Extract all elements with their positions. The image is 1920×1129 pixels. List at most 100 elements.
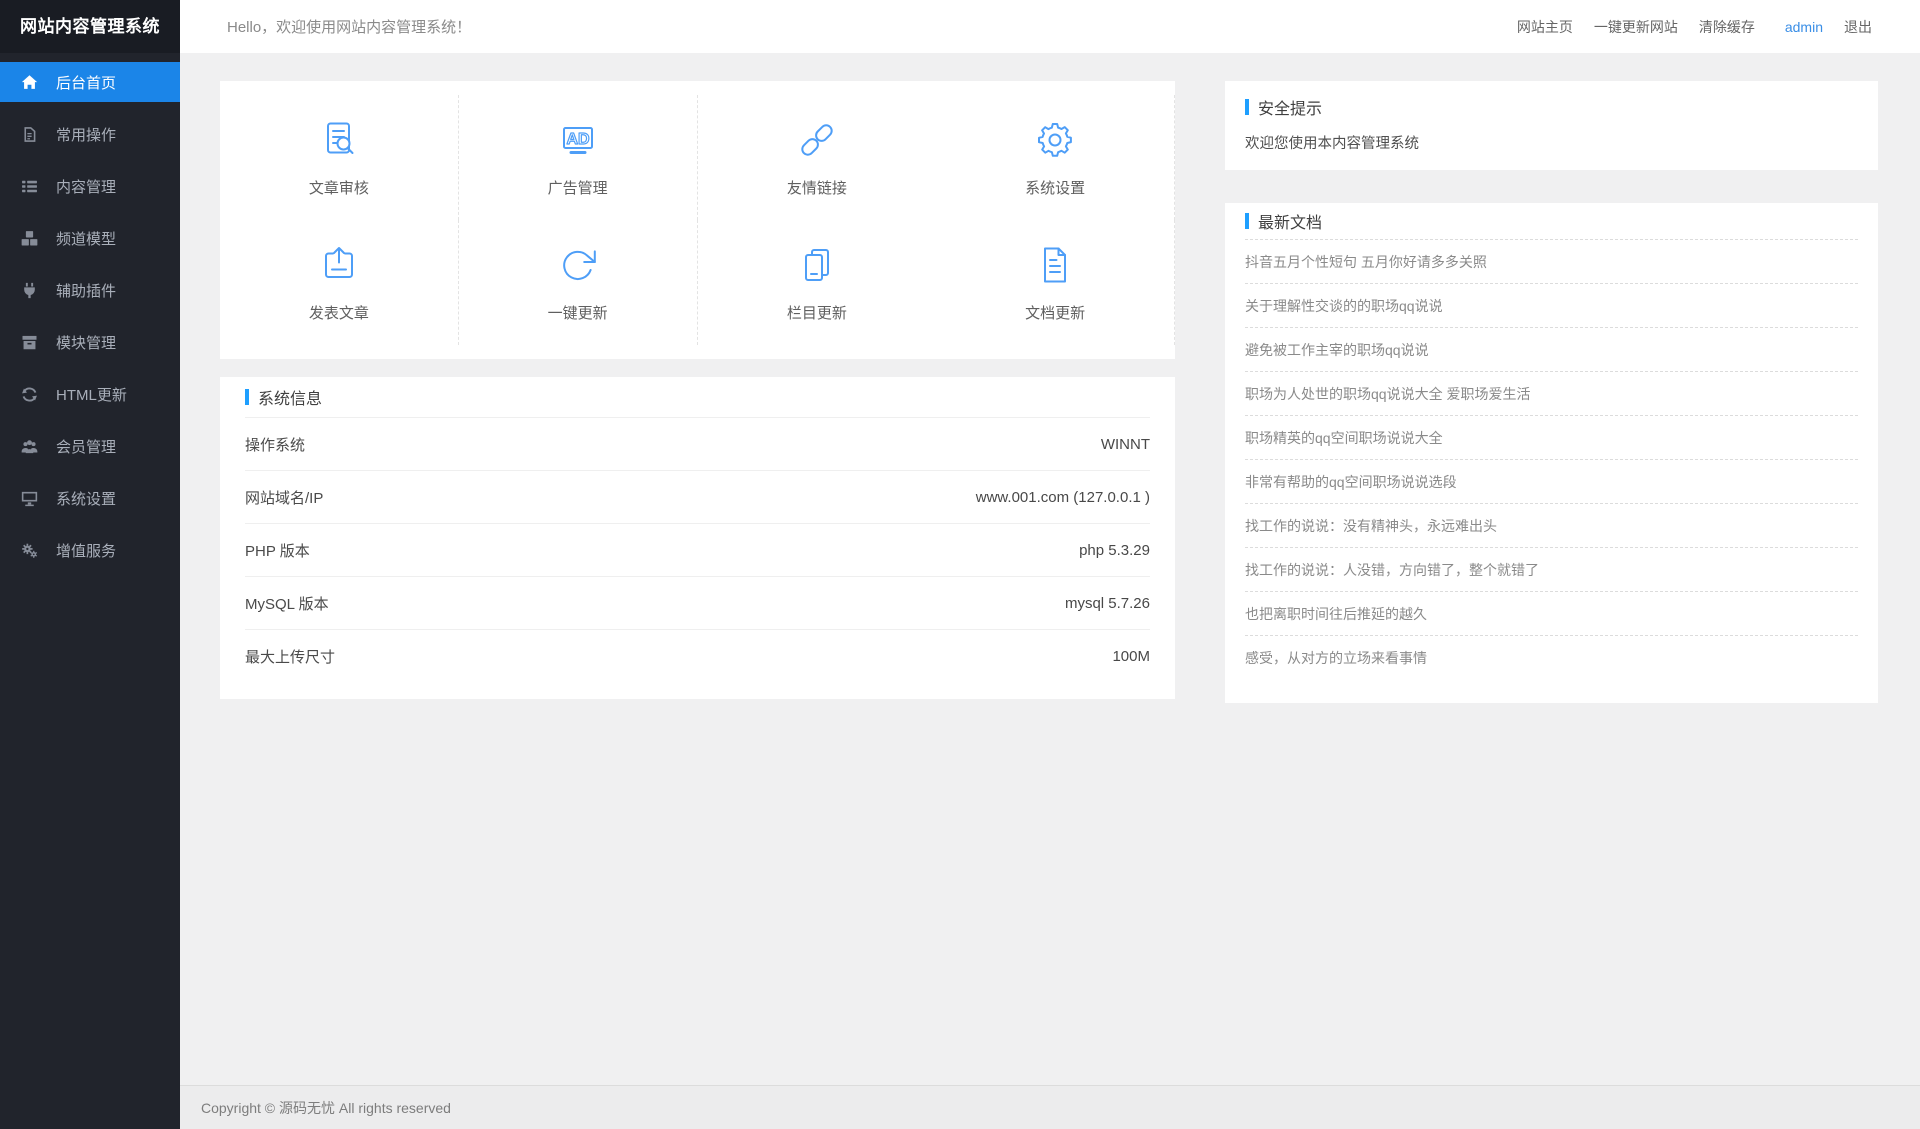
system-info-panel: 系统信息 操作系统 WINNT 网站域名/IP www.001.com (127…: [220, 377, 1175, 699]
sidebar-item-label: 频道模型: [56, 228, 116, 249]
sidebar-item-label: 模块管理: [56, 332, 116, 353]
list-item[interactable]: 感受，从对方的立场来看事情: [1245, 635, 1858, 679]
one-click-update-icon: [556, 243, 600, 287]
list-item[interactable]: 避免被工作主宰的职场qq说说: [1245, 327, 1858, 371]
cogs-icon: [21, 542, 38, 559]
shortcuts-panel: 文章审核 AD 广告管理 友情链接 系统设置 发表文章: [220, 81, 1175, 359]
list-item[interactable]: 职场精英的qq空间职场说说大全: [1245, 415, 1858, 459]
topbar-links: 网站主页 一键更新网站 清除缓存 admin 退出: [1517, 17, 1872, 37]
friend-link-icon: [795, 118, 839, 162]
panel-header: 安全提示: [1245, 95, 1858, 119]
latest-docs-panel: 最新文档 抖音五月个性短句 五月你好请多多关照关于理解性交谈的的职场qq说说避免…: [1225, 203, 1878, 703]
table-row: MySQL 版本 mysql 5.7.26: [245, 576, 1150, 629]
ad-manage-icon: AD: [556, 118, 600, 162]
shortcut-label: 文档更新: [1025, 302, 1085, 323]
table-row: 操作系统 WINNT: [245, 417, 1150, 470]
sidebar-item-label: 增值服务: [56, 540, 116, 561]
greeting-text: Hello，欢迎使用网站内容管理系统！: [227, 16, 471, 37]
shortcut-item[interactable]: 文档更新: [936, 220, 1175, 345]
app-title: 网站内容管理系统: [0, 0, 180, 53]
sidebar-item-label: 常用操作: [56, 124, 116, 145]
topbar-link[interactable]: 一键更新网站: [1594, 17, 1678, 37]
panel-header: 最新文档: [1245, 203, 1858, 239]
sidebar-item[interactable]: 增值服务: [0, 530, 180, 570]
users-icon: [21, 438, 38, 455]
main-content: 文章审核 AD 广告管理 友情链接 系统设置 发表文章: [180, 53, 1920, 1085]
sidebar-menu: 后台首页 常用操作 内容管理 频道模型 辅助插件 模块管理: [0, 53, 180, 570]
copyright-text: Copyright © 源码无忧 All rights reserved: [201, 1098, 451, 1118]
sidebar: 网站内容管理系统 后台首页 常用操作 内容管理 频道模型 辅助插件: [0, 0, 180, 1129]
sidebar-item-label: 后台首页: [56, 72, 116, 93]
svg-text:AD: AD: [566, 131, 589, 148]
right-column: 安全提示 欢迎您使用本内容管理系统 最新文档 抖音五月个性短句 五月你好请多多关…: [1225, 81, 1878, 703]
sidebar-item[interactable]: 系统设置: [0, 478, 180, 518]
shortcut-item[interactable]: 一键更新: [459, 220, 698, 345]
sidebar-item[interactable]: 会员管理: [0, 426, 180, 466]
cubes-icon: [21, 230, 38, 247]
panel-title: 安全提示: [1258, 95, 1322, 119]
docs-list: 抖音五月个性短句 五月你好请多多关照关于理解性交谈的的职场qq说说避免被工作主宰…: [1245, 239, 1858, 679]
list-item[interactable]: 职场为人处世的职场qq说说大全 爱职场爱生活: [1245, 371, 1858, 415]
shortcut-label: 广告管理: [548, 177, 608, 198]
shortcut-label: 栏目更新: [787, 302, 847, 323]
footer: Copyright © 源码无忧 All rights reserved: [180, 1085, 1920, 1129]
row-value: mysql 5.7.26: [1065, 595, 1150, 612]
shortcut-item[interactable]: 系统设置: [936, 95, 1175, 220]
sidebar-item[interactable]: 常用操作: [0, 114, 180, 154]
sidebar-item-label: 辅助插件: [56, 280, 116, 301]
title-bar-icon: [1245, 99, 1249, 115]
sidebar-item-label: HTML更新: [56, 384, 127, 405]
panel-title: 系统信息: [258, 385, 322, 409]
table-row: 网站域名/IP www.001.com (127.0.0.1 ): [245, 470, 1150, 523]
topbar-link[interactable]: 清除缓存: [1699, 17, 1755, 37]
home-icon: [21, 74, 38, 91]
sidebar-item-label: 系统设置: [56, 488, 116, 509]
article-review-icon: [317, 118, 361, 162]
gear-icon: [1033, 118, 1077, 162]
topbar-link[interactable]: 退出: [1844, 17, 1872, 37]
sidebar-item[interactable]: 辅助插件: [0, 270, 180, 310]
sidebar-item[interactable]: 内容管理: [0, 166, 180, 206]
row-label: 网站域名/IP: [245, 487, 323, 508]
shortcut-item[interactable]: 栏目更新: [698, 220, 937, 345]
topbar-link[interactable]: admin: [1785, 19, 1823, 35]
shortcut-label: 一键更新: [548, 302, 608, 323]
admin-dashboard: 网站内容管理系统 后台首页 常用操作 内容管理 频道模型 辅助插件: [0, 0, 1920, 1129]
shortcut-item[interactable]: 友情链接: [698, 95, 937, 220]
table-row: 最大上传尺寸 100M: [245, 629, 1150, 682]
row-label: MySQL 版本: [245, 593, 329, 614]
plug-icon: [21, 282, 38, 299]
monitor-icon: [21, 490, 38, 507]
shortcut-item[interactable]: 文章审核: [220, 95, 459, 220]
list-item[interactable]: 非常有帮助的qq空间职场说说选段: [1245, 459, 1858, 503]
topbar-link[interactable]: 网站主页: [1517, 17, 1573, 37]
shortcut-label: 发表文章: [309, 302, 369, 323]
list-item[interactable]: 找工作的说说：没有精神头，永远难出头: [1245, 503, 1858, 547]
sidebar-item[interactable]: 模块管理: [0, 322, 180, 362]
security-tip-panel: 安全提示 欢迎您使用本内容管理系统: [1225, 81, 1878, 170]
shortcut-item[interactable]: 发表文章: [220, 220, 459, 345]
list-item[interactable]: 也把离职时间往后推延的越久: [1245, 591, 1858, 635]
list-item[interactable]: 抖音五月个性短句 五月你好请多多关照: [1245, 239, 1858, 283]
topbar: Hello，欢迎使用网站内容管理系统！ 网站主页 一键更新网站 清除缓存 admin 退…: [180, 0, 1920, 53]
row-label: PHP 版本: [245, 540, 310, 561]
table-row: PHP 版本 php 5.3.29: [245, 523, 1150, 576]
panel-title: 最新文档: [1258, 209, 1322, 233]
column-update-icon: [795, 243, 839, 287]
system-info-table: 操作系统 WINNT 网站域名/IP www.001.com (127.0.0.…: [245, 417, 1150, 682]
publish-article-icon: [317, 243, 361, 287]
list-item[interactable]: 找工作的说说：人没错，方向错了，整个就错了: [1245, 547, 1858, 591]
sidebar-item[interactable]: HTML更新: [0, 374, 180, 414]
shortcut-item[interactable]: AD 广告管理: [459, 95, 698, 220]
panel-header: 系统信息: [245, 377, 1150, 417]
sidebar-item[interactable]: 频道模型: [0, 218, 180, 258]
row-value: 100M: [1112, 648, 1150, 665]
row-label: 最大上传尺寸: [245, 646, 335, 667]
row-value: WINNT: [1101, 436, 1150, 453]
list-item[interactable]: 关于理解性交谈的的职场qq说说: [1245, 283, 1858, 327]
sidebar-item-label: 内容管理: [56, 176, 116, 197]
title-bar-icon: [1245, 213, 1249, 229]
sidebar-item[interactable]: 后台首页: [0, 62, 180, 102]
file-icon: [21, 126, 38, 143]
sidebar-item-label: 会员管理: [56, 436, 116, 457]
